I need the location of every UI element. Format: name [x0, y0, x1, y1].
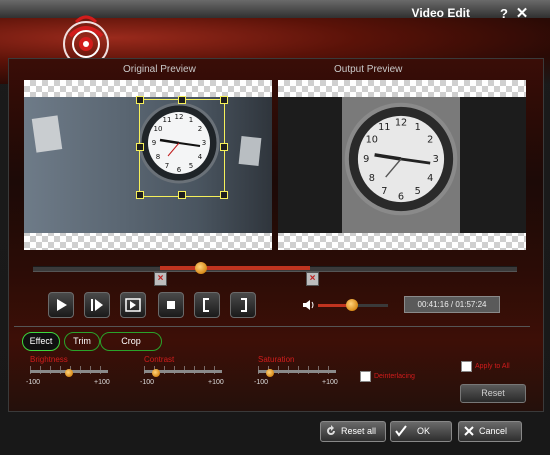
- close-button[interactable]: ✕: [512, 5, 532, 23]
- reset-button[interactable]: Reset: [460, 384, 526, 403]
- contrast-label: Contrast: [144, 355, 175, 364]
- svg-text:9: 9: [363, 154, 369, 165]
- brightness-label: Brightness: [30, 355, 68, 364]
- volume-icon[interactable]: [302, 298, 316, 312]
- output-preview: 12 1 2 345 678 9 10 11: [278, 80, 526, 250]
- original-preview-label: Original Preview: [123, 64, 196, 75]
- stop-icon: [167, 301, 175, 309]
- original-preview[interactable]: 12 1 2 345 678 9 10 11: [24, 80, 272, 250]
- svg-text:1: 1: [415, 122, 421, 133]
- svg-text:2: 2: [427, 134, 433, 145]
- next-frame-icon: [91, 299, 103, 311]
- crop-handle[interactable]: [220, 191, 228, 199]
- crop-handle[interactable]: [136, 191, 144, 199]
- trim-end-marker[interactable]: ×: [306, 272, 319, 286]
- svg-text:12: 12: [395, 118, 407, 129]
- svg-text:7: 7: [381, 186, 387, 197]
- output-video-frame: 12 1 2 345 678 9 10 11: [278, 97, 526, 233]
- mark-out-icon: [241, 298, 247, 312]
- video-edit-window: Video Edit ? ✕ Original Preview Output P…: [0, 0, 550, 455]
- crop-handle[interactable]: [178, 96, 186, 104]
- mark-in-icon: [203, 298, 209, 312]
- next-frame-button[interactable]: [84, 292, 110, 318]
- ok-button[interactable]: OK: [390, 421, 452, 442]
- output-preview-label: Output Preview: [334, 64, 403, 75]
- checkmark-icon: [395, 425, 407, 437]
- crop-handle[interactable]: [136, 143, 144, 151]
- svg-text:10: 10: [366, 134, 378, 145]
- snapshot-icon: [125, 298, 141, 312]
- help-button[interactable]: ?: [494, 5, 514, 23]
- snapshot-button[interactable]: [120, 292, 146, 318]
- crop-handle[interactable]: [220, 143, 228, 151]
- contrast-min: -100: [140, 379, 155, 386]
- play-button[interactable]: [48, 292, 74, 318]
- volume-thumb[interactable]: [346, 299, 358, 311]
- reset-all-label: Reset all: [341, 426, 377, 436]
- saturation-min: -100: [254, 379, 269, 386]
- tab-crop[interactable]: Crop: [100, 332, 162, 351]
- original-video-frame: 12 1 2 345 678 9 10 11: [24, 96, 272, 233]
- clock-grayscale-image: 12 12 345 678 9 1011: [344, 102, 458, 216]
- saturation-thumb[interactable]: [266, 369, 274, 377]
- ok-label: OK: [417, 426, 431, 436]
- window-title: Video Edit: [411, 6, 470, 20]
- trim-start-marker[interactable]: ×: [154, 272, 167, 286]
- svg-text:6: 6: [398, 191, 404, 202]
- timeline-selection: [160, 266, 310, 270]
- brightness-thumb[interactable]: [65, 369, 73, 377]
- reset-arrow-icon: [327, 425, 335, 435]
- tab-effect[interactable]: Effect: [22, 332, 60, 351]
- cancel-button[interactable]: Cancel: [458, 421, 522, 442]
- svg-text:3: 3: [433, 154, 439, 165]
- crop-handle[interactable]: [178, 191, 186, 199]
- contrast-thumb[interactable]: [152, 369, 160, 377]
- crop-handle[interactable]: [220, 96, 228, 104]
- stop-button[interactable]: [158, 292, 184, 318]
- crop-handle[interactable]: [136, 96, 144, 104]
- deinterlacing-checkbox[interactable]: [360, 371, 371, 382]
- saturation-label: Saturation: [258, 355, 295, 364]
- saturation-max: +100: [322, 379, 338, 386]
- svg-text:4: 4: [427, 173, 433, 184]
- deinterlacing-label: Deinterlacing: [374, 373, 415, 380]
- svg-text:8: 8: [369, 173, 375, 184]
- brightness-max: +100: [94, 379, 110, 386]
- divider: [14, 326, 530, 327]
- time-display: 00:41:16 / 01:57:24: [404, 296, 500, 313]
- mark-out-button[interactable]: [230, 292, 256, 318]
- tab-trim[interactable]: Trim: [64, 332, 100, 351]
- crop-rectangle[interactable]: [139, 99, 225, 197]
- timeline-thumb[interactable]: [195, 262, 207, 274]
- play-icon: [57, 299, 67, 311]
- cancel-x-icon: [464, 426, 474, 436]
- apply-to-all-label: Apply to All: [475, 363, 510, 370]
- brightness-min: -100: [26, 379, 41, 386]
- reset-all-button[interactable]: Reset all: [320, 421, 386, 442]
- contrast-max: +100: [208, 379, 224, 386]
- apply-to-all-checkbox[interactable]: [461, 361, 472, 372]
- cancel-label: Cancel: [479, 426, 508, 436]
- mark-in-button[interactable]: [194, 292, 220, 318]
- reset-label: Reset: [481, 388, 505, 398]
- svg-text:5: 5: [415, 186, 421, 197]
- svg-text:11: 11: [378, 122, 390, 133]
